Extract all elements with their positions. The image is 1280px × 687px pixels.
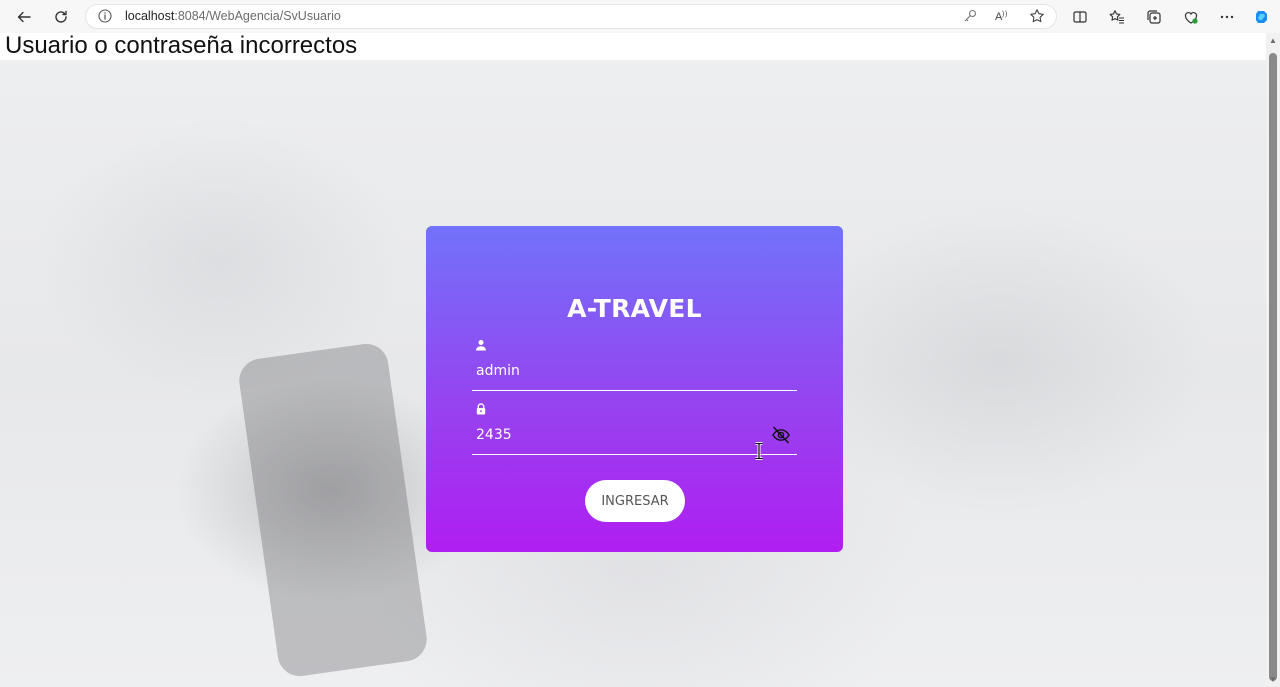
favorites-icon[interactable] [1104,4,1130,30]
key-icon[interactable] [962,8,978,24]
scroll-down-icon[interactable]: ▼ [1269,676,1277,684]
browser-toolbar: localhost:8084/WebAgencia/SvUsuario A)) [0,0,1280,33]
address-bar[interactable]: localhost:8084/WebAgencia/SvUsuario A)) [85,4,1057,29]
submit-button[interactable]: INGRESAR [585,480,685,522]
svg-text:): ) [1005,11,1007,18]
read-aloud-icon[interactable]: A)) [995,8,1011,24]
extensions-icon[interactable] [1178,4,1204,30]
copilot-icon[interactable] [1249,4,1275,30]
scroll-up-icon[interactable]: ▲ [1269,37,1277,45]
username-input[interactable]: admin [476,363,520,379]
background-suitcase [236,341,430,679]
text-cursor-icon [755,442,763,460]
more-icon[interactable] [1214,4,1240,30]
scroll-thumb[interactable] [1269,53,1277,681]
login-title: A-TRAVEL [567,294,702,323]
user-icon [476,340,486,351]
refresh-icon[interactable] [48,4,74,30]
url-path: :8084/WebAgencia/SvUsuario [174,9,341,23]
password-underline [472,454,797,455]
split-screen-icon[interactable] [1067,4,1093,30]
url-text[interactable]: localhost:8084/WebAgencia/SvUsuario [125,4,341,29]
url-host: localhost [125,9,175,23]
back-icon[interactable] [11,4,37,30]
svg-text:): ) [1002,11,1004,18]
login-card: A-TRAVEL admin 2435 INGRESAR [426,226,843,552]
scrollbar[interactable]: ▲ ▼ [1266,33,1280,687]
error-message: Usuario o contraseña incorrectos [5,32,358,59]
eye-slash-icon[interactable] [771,426,791,444]
password-input[interactable]: 2435 [476,427,512,443]
info-icon[interactable] [97,8,113,24]
username-underline [472,390,797,391]
collections-icon[interactable] [1141,4,1167,30]
lock-icon [476,403,486,415]
favorite-star-icon[interactable] [1029,8,1045,24]
